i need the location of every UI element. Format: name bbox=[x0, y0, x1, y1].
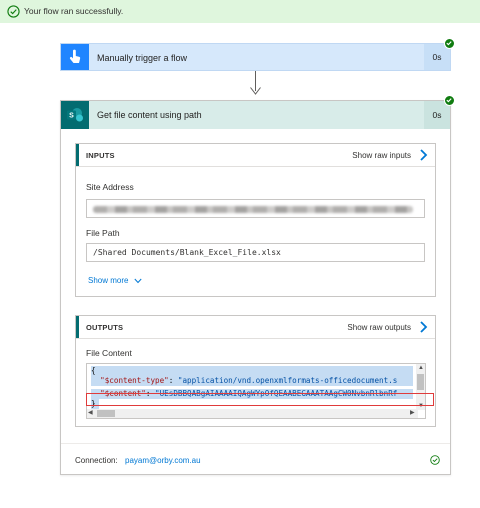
redacted-site-address bbox=[93, 206, 413, 213]
show-raw-inputs-link[interactable]: Show raw inputs bbox=[352, 151, 411, 160]
file-path-field: /Shared Documents/Blank_Excel_File.xlsx bbox=[86, 243, 425, 262]
inputs-section: INPUTS Show raw inputs Site Address File… bbox=[75, 143, 436, 297]
connection-label: Connection: bbox=[75, 456, 118, 465]
trigger-success-check-icon bbox=[444, 38, 455, 49]
site-address-label: Site Address bbox=[86, 182, 134, 192]
inputs-header: INPUTS Show raw inputs bbox=[76, 144, 435, 167]
success-banner: Your flow ran successfully. bbox=[0, 0, 480, 23]
connection-ok-check-icon bbox=[430, 455, 440, 465]
file-path-label: File Path bbox=[86, 228, 120, 238]
outputs-title: OUTPUTS bbox=[86, 323, 124, 332]
inputs-title: INPUTS bbox=[86, 151, 115, 160]
success-message: Your flow ran successfully. bbox=[24, 6, 124, 16]
horizontal-scroll-thumb[interactable] bbox=[97, 410, 115, 417]
highlight-annotation-box bbox=[86, 393, 434, 406]
chevron-right-icon[interactable] bbox=[419, 321, 428, 333]
show-more-link[interactable]: Show more bbox=[88, 276, 128, 285]
svg-text:S: S bbox=[69, 113, 74, 120]
file-content-code-box[interactable]: { "$content-type": "application/vnd.open… bbox=[86, 363, 426, 419]
file-content-label: File Content bbox=[86, 348, 132, 358]
action-footer: Connection: payam@orby.com.au bbox=[61, 443, 450, 474]
action-title: Get file content using path bbox=[97, 110, 202, 120]
trigger-title: Manually trigger a flow bbox=[97, 53, 188, 63]
arrow-down-icon bbox=[250, 87, 261, 95]
connection-email-link[interactable]: payam@orby.com.au bbox=[125, 456, 201, 465]
outputs-header: OUTPUTS Show raw outputs bbox=[76, 316, 435, 339]
trigger-card[interactable]: Manually trigger a flow 0s bbox=[60, 43, 451, 71]
sharepoint-icon: S bbox=[61, 101, 89, 129]
vertical-scroll-thumb[interactable] bbox=[417, 374, 424, 390]
touch-hand-icon bbox=[61, 44, 89, 70]
chevron-down-icon[interactable] bbox=[134, 278, 142, 284]
site-address-field bbox=[86, 199, 425, 218]
success-check-icon bbox=[7, 5, 20, 18]
horizontal-scrollbar[interactable]: ◀ ▶ bbox=[87, 409, 418, 418]
action-success-check-icon bbox=[444, 95, 455, 106]
code-line-content-type: "$content-type": "application/vnd.openxm… bbox=[91, 376, 413, 386]
show-raw-outputs-link[interactable]: Show raw outputs bbox=[347, 323, 411, 332]
file-path-value: /Shared Documents/Blank_Excel_File.xlsx bbox=[93, 248, 281, 257]
outputs-section: OUTPUTS Show raw outputs File Content { … bbox=[75, 315, 436, 427]
action-header[interactable]: S Get file content using path 0s bbox=[61, 101, 450, 129]
chevron-right-icon[interactable] bbox=[419, 149, 428, 161]
code-open-brace: { bbox=[91, 366, 413, 376]
action-card: S Get file content using path 0s INPUTS … bbox=[60, 100, 451, 475]
